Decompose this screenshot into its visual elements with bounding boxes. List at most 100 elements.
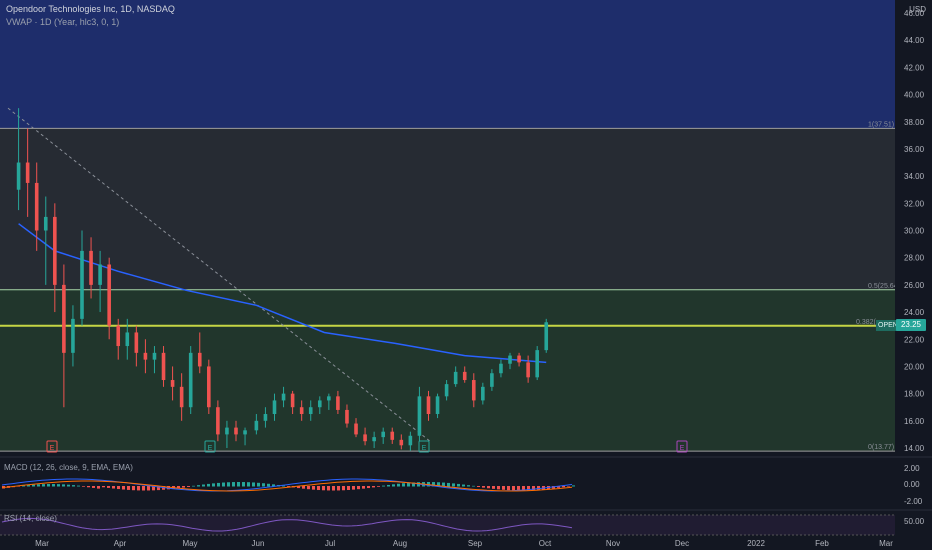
price-tick-label: 14.00 bbox=[904, 444, 925, 453]
macd-bar bbox=[102, 486, 105, 488]
candle-body bbox=[98, 264, 102, 285]
candle-body bbox=[25, 162, 30, 183]
candle-body bbox=[125, 332, 130, 347]
macd-bar bbox=[477, 486, 480, 488]
candle-body bbox=[62, 284, 66, 353]
mid-zone bbox=[0, 128, 895, 290]
candle-body bbox=[234, 427, 238, 435]
macd-bar bbox=[332, 486, 335, 491]
candle-body bbox=[372, 437, 376, 442]
time-tick-label: Aug bbox=[393, 539, 407, 548]
time-tick-label: 2022 bbox=[747, 539, 765, 548]
lower-zone bbox=[0, 289, 895, 452]
candle-body bbox=[381, 431, 385, 438]
macd-axis-label: 2.00 bbox=[904, 464, 920, 473]
macd-bar bbox=[462, 484, 465, 487]
time-tick-label: Feb bbox=[815, 539, 829, 548]
candle-body bbox=[471, 380, 476, 401]
earnings-marker-label: E bbox=[208, 445, 213, 452]
macd-bar bbox=[192, 485, 195, 487]
macd-bar bbox=[252, 482, 255, 487]
macd-bar bbox=[147, 486, 150, 491]
price-chart-svg[interactable]: 1(37.51)0.5(25.64)0.382(0(13.77)46.0044.… bbox=[0, 0, 932, 550]
macd-bar bbox=[132, 486, 135, 491]
candle-body bbox=[89, 250, 93, 285]
macd-legend[interactable]: MACD (12, 26, close, 9, EMA, EMA) bbox=[4, 463, 133, 472]
macd-bar bbox=[72, 485, 75, 487]
macd-bar bbox=[562, 486, 565, 488]
candle-body bbox=[16, 162, 21, 190]
price-tick-label: 16.00 bbox=[904, 417, 925, 426]
candle-body bbox=[161, 352, 166, 381]
candle-body bbox=[116, 325, 121, 347]
candle-body bbox=[408, 435, 413, 446]
macd-bar bbox=[352, 486, 355, 490]
earnings-marker-label: E bbox=[422, 445, 427, 452]
candle-body bbox=[336, 396, 340, 410]
macd-bar bbox=[492, 486, 495, 489]
rsi-axis-label: 50.00 bbox=[904, 517, 925, 526]
macd-bar bbox=[187, 486, 190, 487]
macd-bar bbox=[137, 486, 140, 491]
candle-body bbox=[299, 407, 304, 415]
candle-body bbox=[197, 352, 202, 367]
fib-line-0-label: 0(13.77) bbox=[868, 444, 894, 451]
candle-body bbox=[327, 396, 331, 401]
macd-bar bbox=[337, 486, 340, 491]
macd-bar bbox=[257, 482, 260, 487]
macd-bar bbox=[142, 486, 145, 491]
rsi-band bbox=[0, 515, 895, 535]
macd-bar bbox=[497, 486, 500, 490]
macd-bar bbox=[82, 486, 85, 487]
macd-bar bbox=[452, 483, 455, 487]
macd-bar bbox=[312, 486, 315, 490]
candle-body bbox=[216, 407, 220, 435]
macd-bar bbox=[97, 486, 100, 489]
price-tick-label: 34.00 bbox=[904, 172, 925, 181]
price-tick-label: 40.00 bbox=[904, 91, 925, 100]
candle-body bbox=[207, 366, 211, 408]
candle-body bbox=[80, 250, 84, 319]
macd-bar bbox=[107, 486, 110, 488]
macd-bar bbox=[402, 483, 405, 487]
upper-zone bbox=[0, 0, 895, 129]
macd-bar bbox=[502, 486, 505, 490]
macd-bar bbox=[222, 482, 225, 487]
time-tick-label: Sep bbox=[468, 539, 483, 548]
macd-axis-label: -2.00 bbox=[904, 497, 923, 506]
symbol-title[interactable]: Opendoor Technologies Inc, 1D, NASDAQ bbox=[6, 4, 175, 14]
time-tick-label: Jun bbox=[252, 539, 265, 548]
macd-bar bbox=[227, 482, 230, 487]
time-tick-label: Apr bbox=[114, 539, 127, 548]
macd-bar bbox=[52, 484, 55, 487]
candle-body bbox=[462, 371, 467, 381]
candle-body bbox=[544, 322, 549, 351]
macd-bar bbox=[307, 486, 310, 490]
candle-body bbox=[134, 332, 139, 353]
macd-bar bbox=[67, 484, 70, 487]
macd-bar bbox=[382, 485, 385, 487]
chart-area[interactable]: 1(37.51) 0.5(25.64) 0.382(0(13.77) 46.00 44.… bbox=[0, 0, 932, 550]
candle-body bbox=[152, 352, 157, 360]
macd-bar bbox=[302, 486, 305, 489]
price-tick-label: 18.00 bbox=[904, 390, 925, 399]
time-tick-label: Mar bbox=[35, 539, 49, 548]
candle-body bbox=[435, 396, 440, 415]
macd-bar bbox=[367, 486, 370, 489]
macd-bar bbox=[212, 483, 215, 487]
currency-label: USD bbox=[909, 5, 926, 14]
macd-bar bbox=[232, 482, 235, 487]
rsi-legend[interactable]: RSI (14, close) bbox=[4, 514, 57, 523]
candle-body bbox=[188, 352, 193, 408]
macd-bar bbox=[47, 484, 50, 487]
indicator-legend[interactable]: VWAP · 1D (Year, hlc3, 0, 1) bbox=[6, 17, 119, 27]
candle-body bbox=[526, 362, 530, 378]
candle-body bbox=[499, 363, 503, 374]
macd-bar bbox=[537, 486, 540, 490]
candle-body bbox=[417, 396, 422, 436]
macd-bar bbox=[32, 484, 35, 487]
time-tick-label: Jul bbox=[325, 539, 335, 548]
price-tick-label: 26.00 bbox=[904, 281, 925, 290]
candle-body bbox=[272, 400, 277, 415]
macd-bar bbox=[117, 486, 120, 490]
